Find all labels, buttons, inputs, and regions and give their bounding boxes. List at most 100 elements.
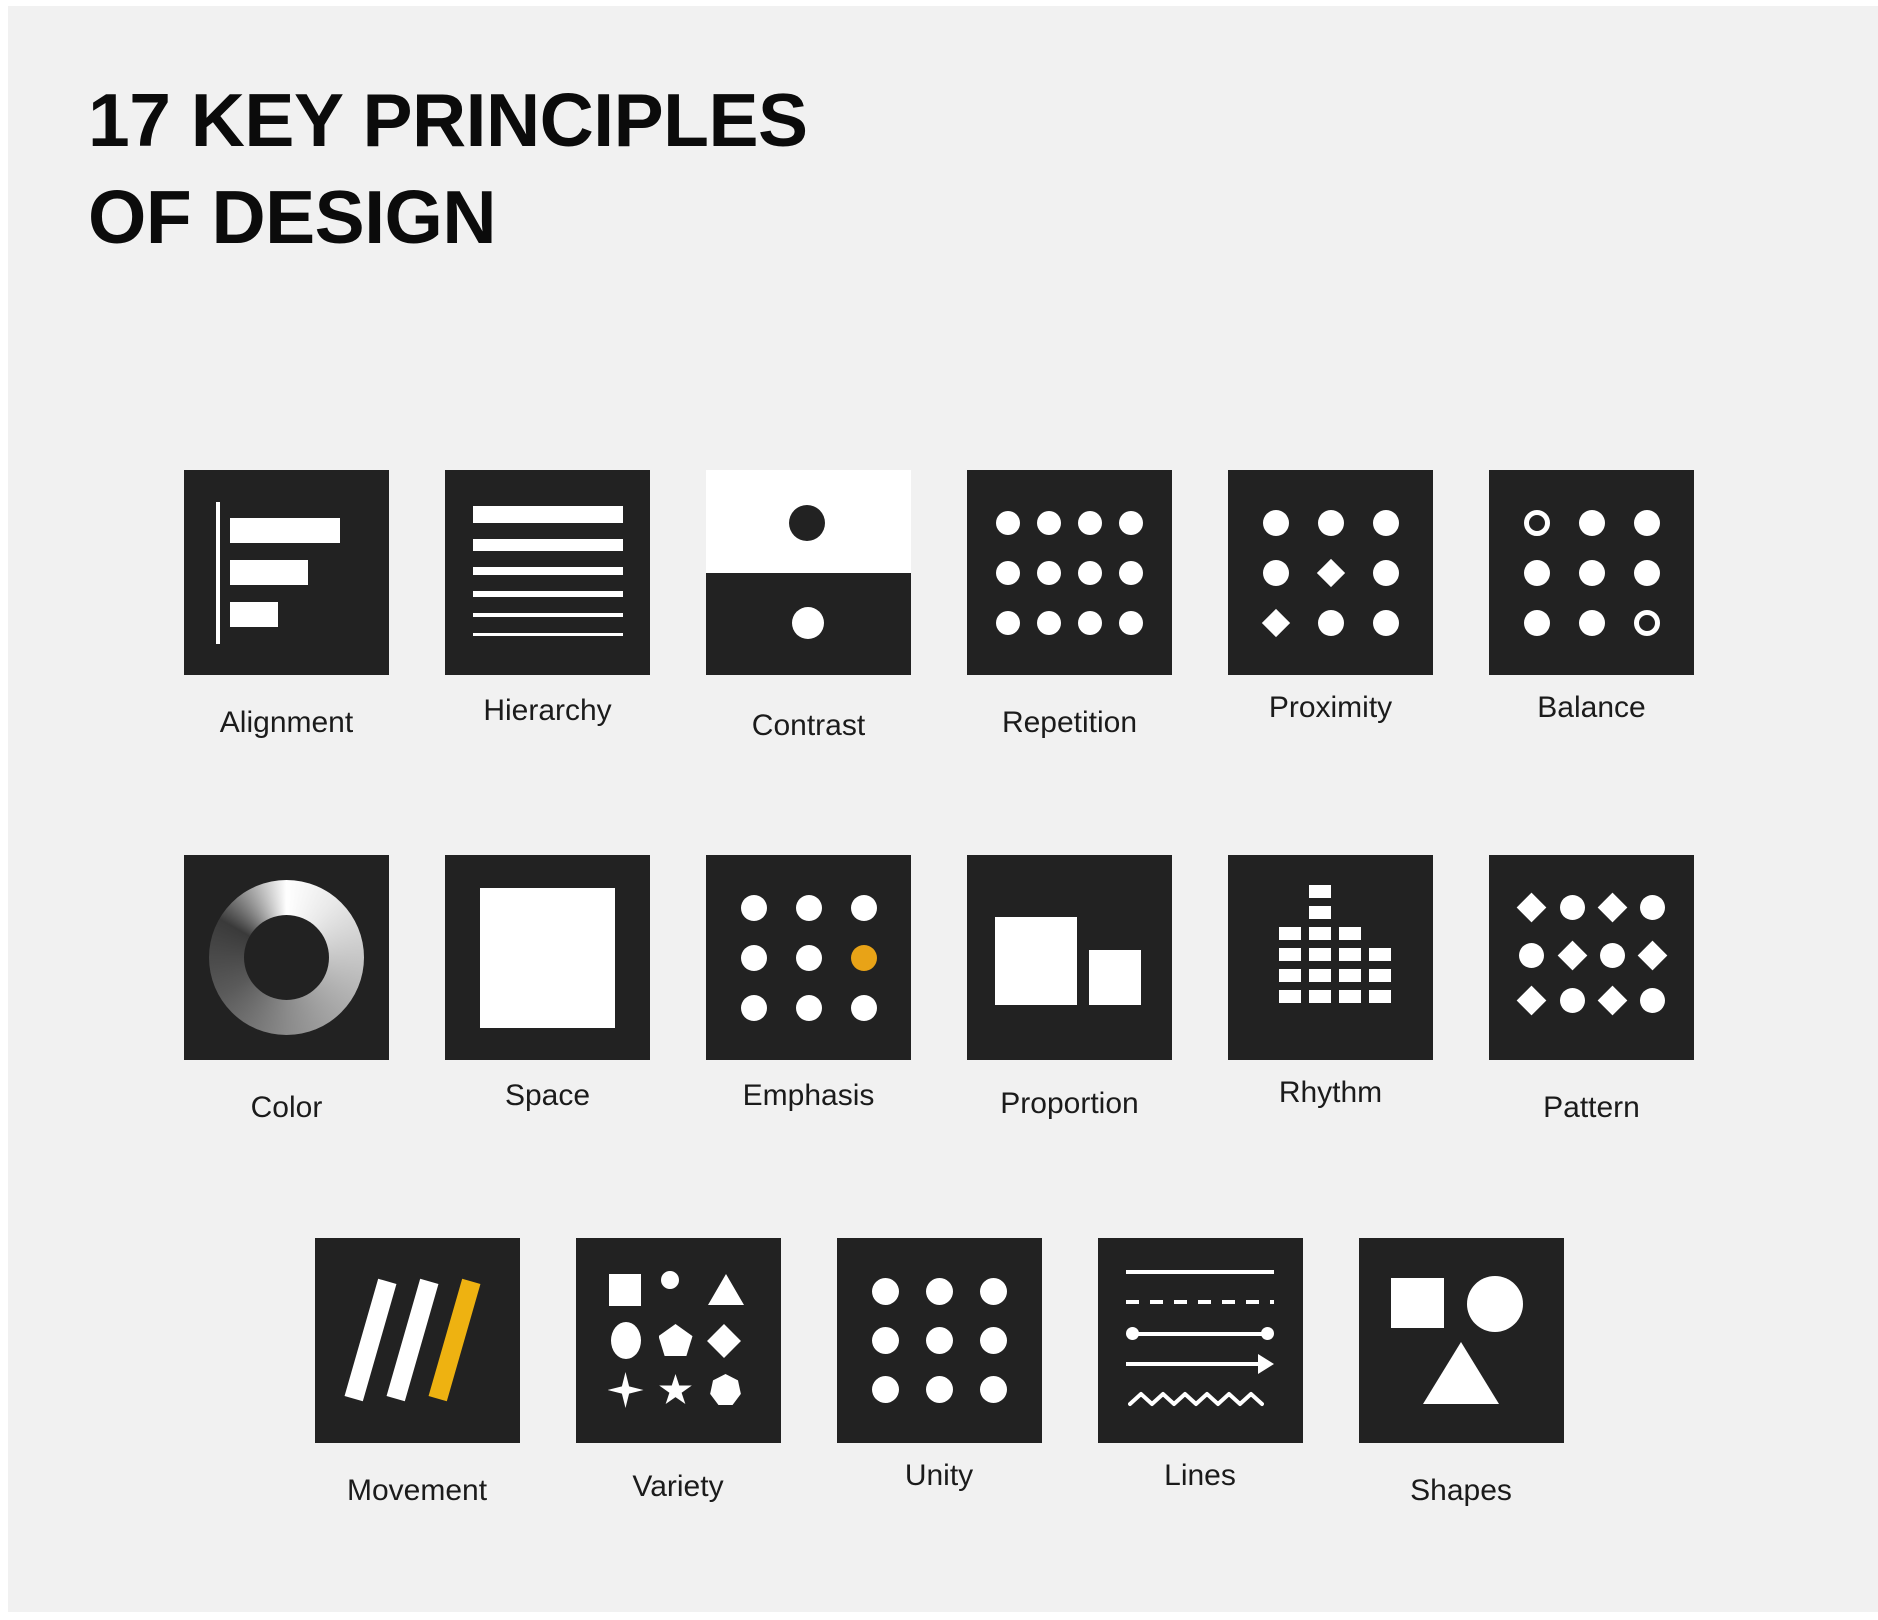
balance-dot xyxy=(1634,560,1660,586)
variety-triangle xyxy=(707,1274,744,1305)
space-icon xyxy=(445,855,650,1060)
principle-card-balance[interactable]: Balance xyxy=(1489,470,1694,725)
shapes-circle xyxy=(1466,1276,1523,1332)
principle-label-shapes: Shapes xyxy=(1410,1474,1512,1507)
line-with-endpoints xyxy=(1131,1332,1268,1336)
variety-square xyxy=(608,1274,641,1306)
principle-card-emphasis[interactable]: Emphasis xyxy=(706,855,911,1113)
principle-label-alignment: Alignment xyxy=(219,706,354,739)
rhythm-block xyxy=(1369,969,1391,982)
repetition-dot xyxy=(996,511,1020,535)
hierarchy-bar-6 xyxy=(473,633,623,636)
hierarchy-bar-3 xyxy=(473,567,623,575)
page-title-line-1: 17 KEY PRINCIPLES xyxy=(88,78,808,162)
pattern-diamond xyxy=(1597,985,1628,1016)
principle-card-alignment[interactable]: Alignment xyxy=(184,470,389,740)
pattern-diamond xyxy=(1637,940,1668,971)
repetition-dot xyxy=(1078,561,1102,585)
pattern-diamond xyxy=(1557,940,1588,971)
contrast-dark-dot xyxy=(789,505,825,541)
principle-card-pattern[interactable]: Pattern xyxy=(1489,855,1694,1125)
variety-five-point-star xyxy=(659,1374,692,1405)
principle-card-variety[interactable]: Variety xyxy=(575,1238,781,1504)
principle-card-rhythm[interactable]: Rhythm xyxy=(1228,855,1433,1110)
principle-card-repetition[interactable]: Repetition xyxy=(967,470,1172,740)
unity-dot xyxy=(925,1278,953,1305)
design-principles-poster: 17 KEY PRINCIPLES OF DESIGN Alignment Hi… xyxy=(0,0,1878,1620)
principle-card-shapes[interactable]: Shapes xyxy=(1358,1238,1564,1508)
movement-accent-slash xyxy=(428,1278,480,1402)
page-title-line-2: OF DESIGN xyxy=(88,175,497,259)
rhythm-block xyxy=(1309,906,1331,919)
balance-ring xyxy=(1524,510,1550,536)
unity-dot xyxy=(979,1327,1007,1354)
alignment-bar-2 xyxy=(230,560,308,585)
principle-card-proportion[interactable]: Proportion xyxy=(967,855,1172,1121)
balance-dot xyxy=(1579,560,1605,586)
principle-card-unity[interactable]: Unity xyxy=(836,1238,1042,1493)
emphasis-dot xyxy=(796,945,822,971)
principle-label-movement: Movement xyxy=(346,1474,488,1507)
principle-card-space[interactable]: Space xyxy=(445,855,650,1113)
line-endpoint-dot-left xyxy=(1125,1327,1139,1340)
rhythm-block xyxy=(1339,969,1361,982)
principle-label-lines: Lines xyxy=(1164,1459,1236,1492)
balance-icon xyxy=(1489,470,1694,675)
color-ring-hole xyxy=(244,915,329,1000)
principle-label-proportion: Proportion xyxy=(1000,1087,1139,1120)
proximity-dot xyxy=(1263,510,1289,536)
variety-heptagon xyxy=(710,1374,741,1406)
balance-dot xyxy=(1524,560,1550,586)
pattern-dot xyxy=(1560,895,1585,920)
proportion-small-rect xyxy=(1089,950,1141,1005)
principle-card-proximity[interactable]: Proximity xyxy=(1228,470,1433,725)
balance-dot xyxy=(1579,510,1605,536)
line-dashed xyxy=(1125,1300,1274,1304)
principle-label-contrast: Contrast xyxy=(751,709,866,742)
principles-row-3: Movement Variety Unity Lines Shapes xyxy=(0,1238,1878,1508)
proximity-dot xyxy=(1373,610,1399,636)
line-endpoint-dot-right xyxy=(1260,1327,1274,1340)
principles-row-2: Color Space Emphasis Proportion Rhythm P… xyxy=(0,855,1878,1125)
rhythm-icon xyxy=(1228,855,1433,1060)
unity-dot xyxy=(979,1376,1007,1403)
principle-label-hierarchy: Hierarchy xyxy=(483,694,612,727)
principle-card-color[interactable]: Color xyxy=(184,855,389,1125)
pattern-dot xyxy=(1600,943,1625,968)
movement-slash xyxy=(386,1278,438,1402)
pattern-dot xyxy=(1560,988,1585,1013)
balance-dot xyxy=(1579,610,1605,636)
emphasis-dot xyxy=(741,945,767,971)
hierarchy-icon xyxy=(445,470,650,675)
balance-ring xyxy=(1634,610,1660,636)
proximity-dot xyxy=(1318,610,1344,636)
proximity-dot xyxy=(1373,560,1399,586)
emphasis-highlight-dot xyxy=(851,945,877,971)
principle-label-variety: Variety xyxy=(632,1470,724,1503)
pattern-dot xyxy=(1640,988,1665,1013)
pattern-diamond xyxy=(1516,892,1547,923)
principle-card-contrast[interactable]: Contrast xyxy=(706,470,911,743)
pattern-diamond xyxy=(1597,892,1628,923)
shapes-triangle xyxy=(1422,1342,1499,1404)
principle-card-lines[interactable]: Lines xyxy=(1097,1238,1303,1493)
rhythm-block xyxy=(1309,990,1331,1003)
unity-dot xyxy=(925,1327,953,1354)
principle-label-space: Space xyxy=(504,1079,591,1112)
repetition-dot xyxy=(1037,611,1061,635)
rhythm-block xyxy=(1309,885,1331,898)
principle-card-movement[interactable]: Movement xyxy=(314,1238,520,1508)
rhythm-block xyxy=(1279,927,1301,940)
principle-label-repetition: Repetition xyxy=(1001,706,1138,739)
emphasis-dot xyxy=(796,895,822,921)
principle-label-emphasis: Emphasis xyxy=(742,1079,875,1112)
unity-dot xyxy=(979,1278,1007,1305)
color-icon xyxy=(184,855,389,1060)
lines-icon xyxy=(1097,1238,1303,1443)
rhythm-block xyxy=(1279,948,1301,961)
alignment-icon xyxy=(184,470,389,675)
balance-dot xyxy=(1524,610,1550,636)
principle-card-hierarchy[interactable]: Hierarchy xyxy=(445,470,650,728)
rhythm-block xyxy=(1369,990,1391,1003)
variety-pentagon xyxy=(658,1324,693,1356)
